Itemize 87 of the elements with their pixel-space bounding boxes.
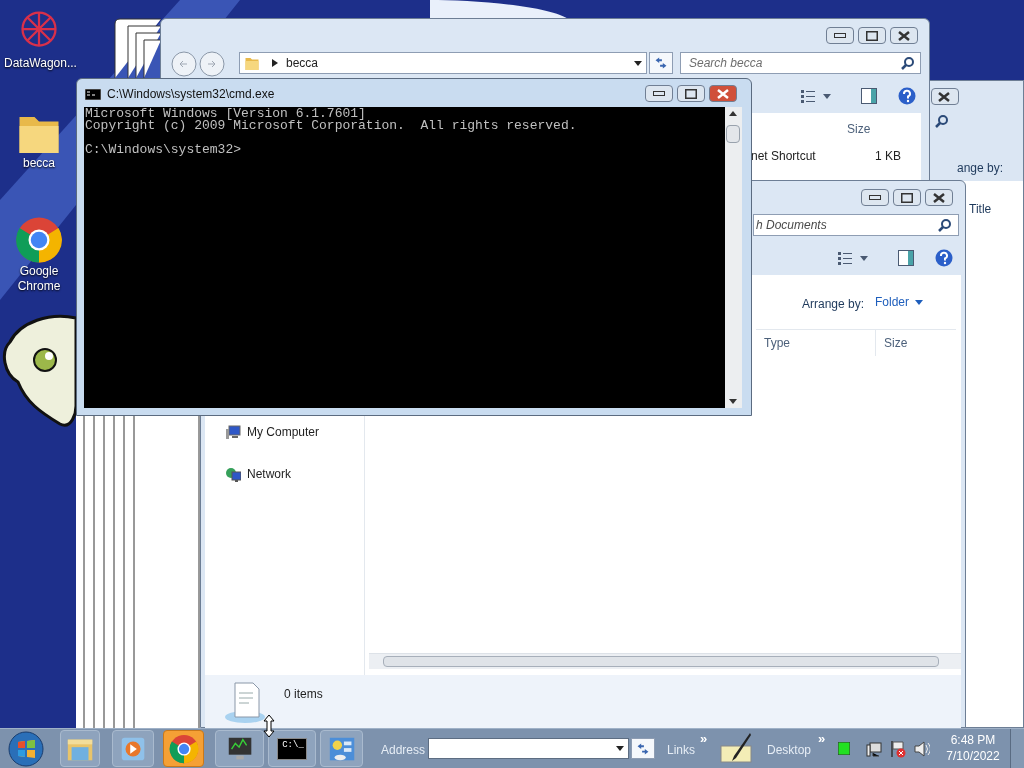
close-icon [898,30,910,41]
console-line: Copyright (c) 2009 Microsoft Corporation. All rights reserved. [85,120,578,132]
arrange-label: ange by: [957,160,1004,177]
horizontal-scrollbar[interactable] [369,653,961,669]
console-icon: C:\_ [277,737,307,760]
scroll-up-icon[interactable] [729,111,737,116]
minimize-button[interactable] [645,85,673,102]
help-icon[interactable] [898,87,916,105]
toolbar-label: Links [667,742,695,759]
chrome-icon[interactable] [15,216,63,264]
desktop-icon-label[interactable]: Google Chrome [2,264,76,294]
taskbar-button[interactable]: C:\_ [268,730,316,767]
close-button[interactable] [890,27,918,44]
folder-icon [244,55,260,71]
column-header[interactable]: Title [969,200,992,218]
back-button[interactable] [171,51,197,77]
network-icon[interactable] [866,741,882,757]
toolbar-label: Desktop [767,742,812,759]
dropdown-arrow-icon [616,746,624,751]
search-icon [938,218,952,232]
arrange-label: Arrange by: [802,296,865,313]
computer-icon [225,424,241,440]
nav-item[interactable]: My Computer [225,423,320,441]
address-field[interactable] [428,738,629,759]
close-button[interactable] [709,85,737,102]
minimize-button[interactable] [861,189,889,206]
close-icon [717,88,729,99]
maximize-icon [866,30,878,41]
arrange-dropdown[interactable]: Folder [875,293,923,311]
column-header[interactable]: Size [876,330,956,356]
volume-icon[interactable] [914,741,930,757]
flag-icon[interactable] [890,740,906,758]
search-field[interactable]: h Documents [753,214,959,236]
forward-button[interactable] [199,51,225,77]
preview-pane-icon[interactable] [861,88,877,104]
dropdown-arrow-icon [634,60,642,66]
taskbar-button[interactable] [215,730,264,767]
column-header[interactable]: Size [847,120,871,138]
minimize-icon [869,195,881,200]
scrollbar-thumb[interactable] [726,125,740,143]
search-icon [901,56,915,70]
minimize-button[interactable] [826,27,854,44]
maximize-button[interactable] [858,27,886,44]
taskbar-button[interactable] [163,730,204,767]
search-icon [935,114,949,128]
minimize-icon [653,91,665,96]
item-count: 0 items [284,686,323,703]
scrollbar-thumb[interactable] [383,656,939,667]
chrome-icon [168,733,199,764]
file-size: 1 KB [875,148,901,165]
view-options-icon[interactable] [838,251,868,265]
command-prompt[interactable]: C:\Windows\system32> [85,144,725,156]
desktop-icon-label[interactable]: becca [21,156,57,171]
vertical-scrollbar[interactable] [725,107,742,408]
maximize-button[interactable] [893,189,921,206]
maximize-icon [901,192,913,203]
maximize-icon [685,88,697,99]
breadcrumb-arrow-icon [272,59,278,67]
view-options-icon[interactable] [801,89,831,103]
close-icon [933,192,945,203]
preview-pane-icon[interactable] [898,250,914,266]
address-bar[interactable]: becca [239,52,647,74]
search-field[interactable]: Search becca [680,52,921,74]
address-label: Address [381,742,426,759]
close-button[interactable] [925,189,953,206]
desktop-icon-label[interactable]: DataWagon... [2,56,76,71]
column-header[interactable]: Type [756,330,876,356]
resize-cursor-icon [263,714,275,738]
breadcrumb-item[interactable]: becca [286,54,319,72]
help-icon[interactable] [935,249,953,267]
window-title: C:\Windows\system32\cmd.exe [107,86,275,103]
network-icon [225,466,241,482]
file-type: net Shortcut [751,148,816,165]
pen-tablet-icon[interactable] [720,732,752,764]
taskbar-button[interactable] [320,730,363,767]
close-button[interactable] [931,88,959,105]
start-button[interactable] [8,731,44,767]
status-indicator-icon[interactable] [838,742,850,755]
console-line: Microsoft Windows [Version 6.1.7601] [85,108,366,120]
refresh-icon[interactable] [649,52,673,74]
minimize-icon [834,33,846,38]
refresh-icon[interactable] [631,738,655,759]
nav-item[interactable]: Network [225,465,291,483]
console-icon [85,88,101,100]
dropdown-arrow-icon [915,299,923,305]
scroll-down-icon[interactable] [729,399,737,404]
maximize-button[interactable] [677,85,705,102]
